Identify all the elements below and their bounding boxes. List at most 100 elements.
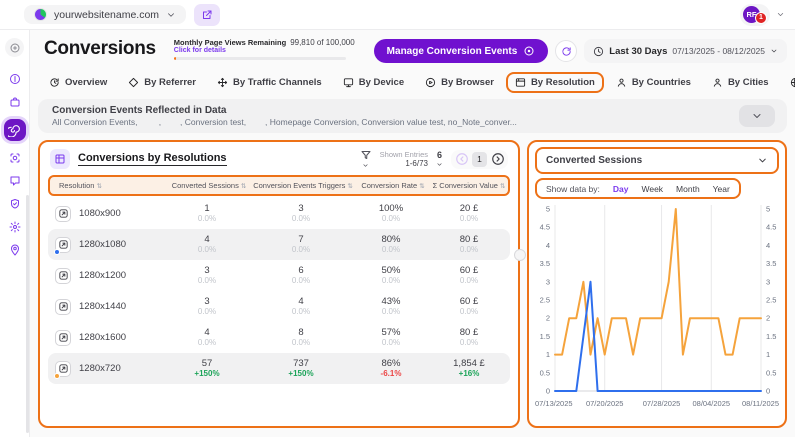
- tab-by-device[interactable]: By Device: [334, 72, 413, 93]
- open-in-new-icon: [58, 363, 69, 374]
- resolution-cell: 1280x1600: [48, 329, 166, 346]
- tab-by-resolution[interactable]: By Resolution: [505, 71, 604, 93]
- site-selector[interactable]: yourwebsitename.com: [24, 5, 187, 24]
- metric-delta: 0.0%: [459, 338, 479, 348]
- column-header[interactable]: Σ Conversion Value ⇅: [430, 181, 508, 190]
- metric-value: 3: [298, 202, 304, 214]
- refresh-button[interactable]: [555, 40, 578, 62]
- table-row[interactable]: 1280x1080 4 0.0% 7 0.0% 80% 0.0% 80 £0.0%: [48, 229, 510, 260]
- filter-button[interactable]: [360, 149, 372, 169]
- chevron-down-icon: [751, 110, 763, 122]
- table-body: 1080x900 1 0.0% 3 0.0% 100% 0.0% 20 £0.0% 1280x1…: [48, 198, 510, 384]
- cards-row: Conversions by Resolutions Shown Entries…: [38, 140, 787, 428]
- show-by-week[interactable]: Week: [641, 184, 663, 194]
- external-link-icon: [201, 9, 213, 21]
- sidebar-item-poll-circle[interactable]: [6, 70, 24, 88]
- metric-delta: +150%: [288, 369, 314, 379]
- metric-select[interactable]: Converted Sessions: [535, 147, 779, 174]
- open-in-new-icon: [58, 239, 69, 250]
- column-header[interactable]: Converted Sessions ⇅: [168, 181, 250, 190]
- open-details-button[interactable]: [54, 360, 71, 379]
- tab-by-cities[interactable]: By Cities: [703, 72, 778, 93]
- open-details-button[interactable]: [55, 267, 71, 284]
- sidebar-item-chat-bubble[interactable]: [6, 172, 24, 190]
- svg-text:1: 1: [766, 350, 770, 359]
- sidebar-item-shield-check[interactable]: [6, 195, 24, 213]
- sidebar-scrollbar[interactable]: [26, 195, 29, 433]
- show-data-by: Show data by: Day Week Month Year: [535, 178, 741, 199]
- show-by-month[interactable]: Month: [676, 184, 700, 194]
- svg-text:2.5: 2.5: [766, 296, 776, 305]
- page-size-select[interactable]: 6: [436, 150, 443, 168]
- sidebar-item-target-plus[interactable]: [5, 38, 24, 57]
- next-page-button[interactable]: [490, 152, 505, 167]
- svg-text:4.5: 4.5: [766, 223, 776, 232]
- chat-bubble-icon: [9, 175, 21, 187]
- table-row[interactable]: 1280x1440 3 0.0% 4 0.0% 43% 0.0% 60 £0.0%: [48, 291, 510, 322]
- open-details-button[interactable]: [54, 236, 71, 255]
- tab-by-traffic-channels[interactable]: By Traffic Channels: [208, 72, 331, 93]
- conversions-chart[interactable]: 07/13/2025 07/20/2025 07/28/2025 08/04/2025…: [535, 201, 779, 415]
- table-row[interactable]: 1280x1600 4 0.0% 8 0.0% 57% 0.0% 80 £0.0%: [48, 322, 510, 353]
- open-site-button[interactable]: [194, 3, 221, 26]
- column-header[interactable]: Resolution ⇅: [50, 181, 168, 190]
- svg-text:07/13/2025: 07/13/2025: [535, 399, 573, 408]
- clock-icon: [593, 46, 604, 57]
- sidebar-item-gear[interactable]: [6, 218, 24, 236]
- app-screen: yourwebsitename.com RF 1 Conversions Mon…: [0, 0, 795, 437]
- metric-cell: 60 £0.0%: [428, 296, 510, 318]
- date-range-picker[interactable]: Last 30 Days 07/13/2025 - 08/12/2025: [584, 39, 787, 63]
- column-header-label: Σ Conversion Value: [432, 181, 498, 190]
- open-details-button[interactable]: [55, 205, 71, 222]
- circle-arrow-left-icon: [455, 152, 469, 166]
- target-plus-icon: [9, 42, 21, 54]
- sidebar-item-briefcase[interactable]: [6, 93, 24, 111]
- metric-delta: 0.0%: [197, 276, 217, 286]
- metric-cell: 8 0.0%: [248, 327, 354, 349]
- metric-delta: 0.0%: [197, 245, 217, 255]
- show-by-day[interactable]: Day: [613, 184, 629, 194]
- metric-cell: 4 0.0%: [248, 296, 354, 318]
- show-by-year[interactable]: Year: [713, 184, 730, 194]
- topbar-right: RF 1: [740, 3, 785, 26]
- svg-text:0.5: 0.5: [766, 368, 776, 377]
- open-details-button[interactable]: [55, 329, 71, 346]
- sidebar-item-face-scan[interactable]: [6, 149, 24, 167]
- resolution-label: 1280x1080: [79, 239, 127, 250]
- panel-collapse-handle[interactable]: [514, 249, 526, 261]
- table-row[interactable]: 1080x900 1 0.0% 3 0.0% 100% 0.0% 20 £0.0%: [48, 198, 510, 229]
- user-menu[interactable]: RF 1: [740, 3, 770, 26]
- tab-overview[interactable]: Overview: [40, 72, 116, 93]
- svg-text:07/28/2025: 07/28/2025: [643, 399, 681, 408]
- events-bar-expand-button[interactable]: [739, 105, 775, 127]
- chart-card: Converted Sessions Show data by: Day Week…: [527, 140, 787, 428]
- click-for-details-link[interactable]: Click for details: [174, 47, 346, 54]
- metric-cell: 60 £0.0%: [428, 265, 510, 287]
- tab-by-browser[interactable]: By Browser: [416, 72, 503, 93]
- main-content: Conversions Monthly Page Views Remaining…: [30, 30, 795, 437]
- tab-by-countries[interactable]: By Countries: [607, 72, 700, 93]
- metric-delta: 0.0%: [381, 338, 401, 348]
- svg-text:0: 0: [546, 387, 550, 396]
- column-header[interactable]: Conversion Events Triggers ⇅: [250, 181, 356, 190]
- sidebar: [0, 30, 30, 437]
- tab-by-utm-campaign[interactable]: By UTM Campaign: [781, 72, 795, 93]
- current-page: 1: [472, 151, 487, 167]
- prev-page-button[interactable]: [454, 152, 469, 167]
- svg-text:08/11/2025: 08/11/2025: [742, 399, 779, 408]
- metric-delta: +150%: [194, 369, 220, 379]
- manage-conversion-events-button[interactable]: Manage Conversion Events: [373, 39, 549, 63]
- table-row[interactable]: 1280x720 57 +150% 737 +150% 86% -6.1% 1,854 £ +1…: [48, 353, 510, 384]
- column-header[interactable]: Conversion Rate ⇅: [356, 181, 430, 190]
- chevron-down-icon[interactable]: [776, 10, 785, 19]
- tab-by-referrer[interactable]: By Referrer: [119, 72, 205, 93]
- metric-delta: 0.0%: [381, 245, 401, 255]
- tab-label: By Traffic Channels: [233, 76, 322, 88]
- sidebar-item-conversion-swirl[interactable]: [3, 119, 26, 141]
- table-row[interactable]: 1280x1200 3 0.0% 6 0.0% 50% 0.0% 60 £0.0%: [48, 260, 510, 291]
- chevron-down-icon: [770, 47, 778, 55]
- sidebar-item-person-pin[interactable]: [6, 241, 24, 259]
- series-color-dot: [54, 248, 60, 255]
- open-details-button[interactable]: [55, 298, 71, 315]
- shield-check-icon: [9, 198, 21, 210]
